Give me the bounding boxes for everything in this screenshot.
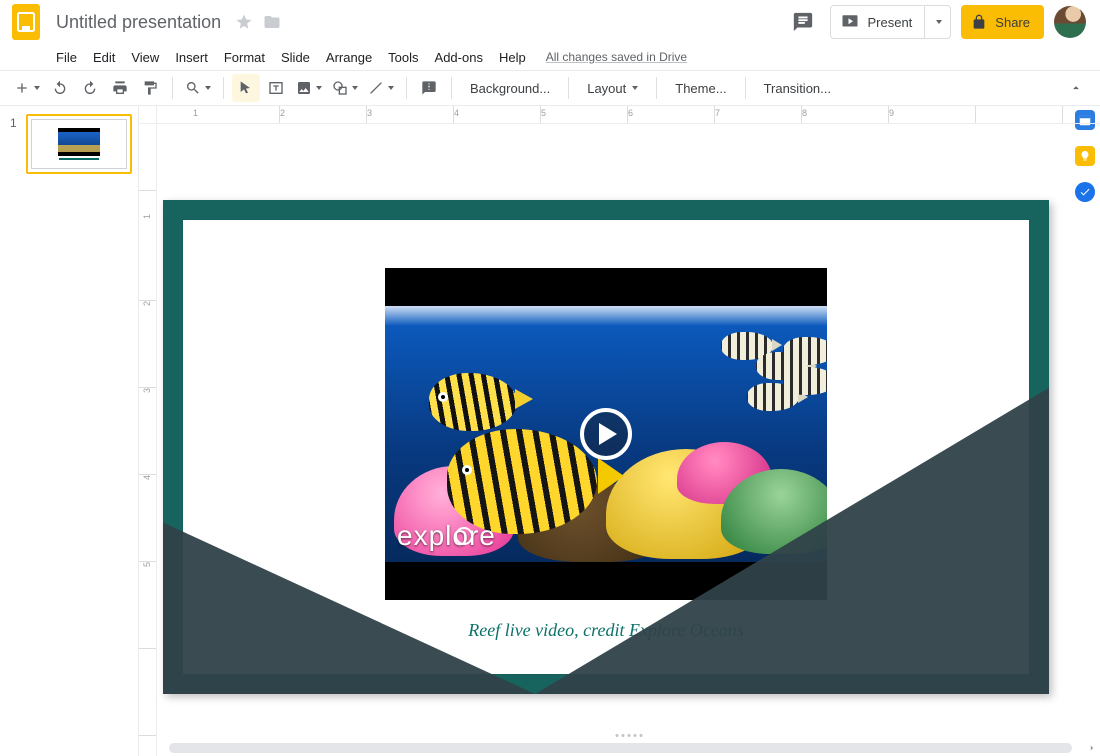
move-to-folder-icon[interactable] <box>263 13 281 31</box>
tasks-icon[interactable] <box>1075 182 1095 202</box>
undo-button[interactable] <box>46 74 74 102</box>
ruler-horizontal: 1 2 3 4 5 6 7 8 9 <box>157 106 1100 124</box>
save-status[interactable]: All changes saved in Drive <box>534 46 699 68</box>
menu-format[interactable]: Format <box>216 46 273 69</box>
background-button[interactable]: Background... <box>460 74 560 102</box>
menu-addons[interactable]: Add-ons <box>427 46 491 69</box>
layout-button[interactable]: Layout <box>577 74 648 102</box>
document-title[interactable]: Untitled presentation <box>52 10 225 35</box>
work-area: 1 1 2 3 4 5 6 7 8 9 1 2 3 <box>0 106 1100 756</box>
theme-button[interactable]: Theme... <box>665 74 736 102</box>
zoom-button[interactable] <box>181 74 215 102</box>
star-icon[interactable] <box>235 13 253 31</box>
avatar[interactable] <box>1054 6 1086 38</box>
print-button[interactable] <box>106 74 134 102</box>
collapse-toolbar-icon[interactable] <box>1062 74 1090 102</box>
present-label: Present <box>867 15 912 30</box>
select-tool[interactable] <box>232 74 260 102</box>
menu-help[interactable]: Help <box>491 46 534 69</box>
canvas[interactable]: 1 2 3 4 5 6 7 8 9 1 2 3 4 5 <box>139 106 1100 756</box>
horizontal-scrollbar[interactable] <box>169 743 1072 753</box>
paint-format-button[interactable] <box>136 74 164 102</box>
menu-bar: File Edit View Insert Format Slide Arran… <box>0 44 1100 70</box>
canvas-scrollbar <box>157 740 1100 756</box>
thumbnail-index: 1 <box>10 116 17 130</box>
film-speaker-handle[interactable] <box>615 734 642 737</box>
title-bar: Untitled presentation Present Share <box>0 0 1100 44</box>
menu-arrange[interactable]: Arrange <box>318 46 380 69</box>
comments-icon[interactable] <box>786 5 820 39</box>
keep-icon[interactable] <box>1075 146 1095 166</box>
filmstrip[interactable]: 1 <box>0 106 139 756</box>
shape-tool[interactable] <box>328 74 362 102</box>
ruler-vertical: 1 2 3 4 5 <box>139 124 157 756</box>
app-logo[interactable] <box>8 0 44 44</box>
comment-tool[interactable] <box>415 74 443 102</box>
share-button[interactable]: Share <box>961 5 1044 39</box>
video-placeholder[interactable]: explore <box>385 268 827 600</box>
menu-tools[interactable]: Tools <box>380 46 426 69</box>
image-tool[interactable] <box>292 74 326 102</box>
play-icon[interactable] <box>580 408 632 460</box>
menu-view[interactable]: View <box>123 46 167 69</box>
menu-slide[interactable]: Slide <box>273 46 318 69</box>
menu-file[interactable]: File <box>48 46 85 69</box>
redo-button[interactable] <box>76 74 104 102</box>
scroll-right-icon[interactable] <box>1084 740 1100 756</box>
slide[interactable]: explore Reef live video, credit Explore … <box>183 220 1029 674</box>
video-watermark: explore <box>397 520 496 552</box>
share-label: Share <box>995 15 1030 30</box>
present-dropdown[interactable] <box>925 5 951 39</box>
slide-background: explore Reef live video, credit Explore … <box>163 200 1049 694</box>
menu-edit[interactable]: Edit <box>85 46 123 69</box>
textbox-tool[interactable] <box>262 74 290 102</box>
video-caption[interactable]: Reef live video, credit Explore Oceans <box>468 620 744 641</box>
slide-thumbnail[interactable]: 1 <box>26 114 132 174</box>
transition-button[interactable]: Transition... <box>754 74 841 102</box>
ruler-corner <box>139 106 157 124</box>
menu-insert[interactable]: Insert <box>167 46 216 69</box>
thumbnail-video-icon <box>58 128 100 156</box>
new-slide-button[interactable] <box>10 74 44 102</box>
toolbar: Background... Layout Theme... Transition… <box>0 70 1100 106</box>
line-tool[interactable] <box>364 74 398 102</box>
present-button[interactable]: Present <box>830 5 925 39</box>
